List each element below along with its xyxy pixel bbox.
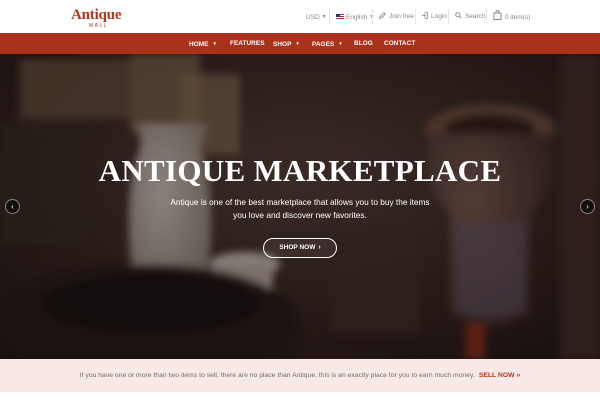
pencil-icon	[379, 12, 386, 19]
caret-down-icon: ▼	[212, 41, 217, 46]
shop-now-button[interactable]: SHOP NOW ›	[263, 238, 337, 258]
logo-subtext: MALL	[89, 23, 109, 29]
divider	[486, 9, 487, 24]
cart-label: 0 item(s)	[505, 14, 531, 21]
chevron-down-icon: ▼	[321, 14, 327, 20]
divider	[415, 9, 416, 24]
search-label: Search	[465, 13, 486, 20]
divider	[329, 9, 330, 24]
us-flag-icon	[336, 14, 344, 19]
main-nav: HOME ▼ FEATURES SHOP ▼ PAGES ▼ BLOG CONTACT	[0, 33, 600, 54]
nav-item-pages[interactable]: PAGES ▼	[312, 33, 343, 54]
caret-down-icon: ▼	[295, 41, 300, 46]
sell-now-link[interactable]: SELL NOW »	[479, 372, 520, 379]
login-label: Login	[431, 13, 447, 20]
caret-down-icon: ▼	[338, 41, 343, 46]
hero-description-line: you love and discover new favorites.	[233, 210, 367, 220]
chevron-left-icon: ‹	[11, 202, 14, 211]
banner-text: If you have one or more than two items t…	[79, 372, 475, 379]
hero-description: Antique is one of the best marketplace t…	[170, 196, 430, 222]
sell-now-label: SELL NOW	[478, 372, 515, 379]
nav-item-shop[interactable]: SHOP ▼	[273, 33, 300, 54]
nav-item-blog[interactable]: BLOG	[354, 33, 373, 54]
shop-now-label: SHOP NOW	[279, 244, 316, 251]
slider-prev-button[interactable]: ‹	[5, 199, 20, 214]
currency-label: USD	[306, 14, 320, 21]
hero-description-line: Antique is one of the best marketplace t…	[170, 197, 430, 207]
search-icon	[455, 12, 462, 19]
chevron-right-icon: ›	[318, 244, 321, 251]
hero-slider: ANTIQUE MARKETPLACE Antique is one of th…	[0, 54, 600, 359]
language-label: English	[346, 14, 368, 21]
nav-item-contact[interactable]: CONTACT	[384, 33, 415, 54]
logo-text: Antique	[71, 7, 122, 23]
nav-label: CONTACT	[384, 40, 416, 47]
nav-label: SHOP	[273, 41, 292, 48]
nav-item-features[interactable]: FEATURES	[230, 33, 265, 54]
join-free-label: Join free	[389, 13, 414, 20]
nav-label: FEATURES	[230, 40, 265, 47]
nav-label: BLOG	[354, 40, 373, 47]
nav-label: PAGES	[312, 41, 335, 48]
join-free-link[interactable]: Join free	[379, 12, 414, 22]
search-link[interactable]: Search	[455, 12, 486, 22]
chevron-right-icon: ›	[586, 202, 589, 211]
logo[interactable]: Antique MALL	[71, 7, 131, 29]
currency-selector[interactable]: USD ▼	[306, 12, 327, 22]
slider-next-button[interactable]: ›	[580, 199, 595, 214]
hero-title: ANTIQUE MARKETPLACE	[98, 153, 502, 188]
divider	[372, 9, 373, 24]
sign-in-icon	[421, 12, 428, 19]
login-link[interactable]: Login	[421, 12, 447, 22]
top-bar: Antique MALL USD▼ English▼ Join free Log…	[0, 0, 600, 33]
shopping-bag-icon	[493, 10, 502, 20]
cart-link[interactable]: 0 item(s)	[493, 10, 530, 24]
divider	[448, 9, 449, 24]
double-chevron-right-icon: »	[516, 372, 521, 379]
sell-banner: If you have one or more than two items t…	[0, 359, 600, 392]
page-bottom	[0, 392, 600, 401]
banner-content: If you have one or more than two items t…	[0, 359, 600, 392]
nav-item-home[interactable]: HOME ▼	[189, 33, 217, 54]
language-selector[interactable]: English▼	[336, 12, 374, 22]
nav-label: HOME	[189, 41, 209, 48]
